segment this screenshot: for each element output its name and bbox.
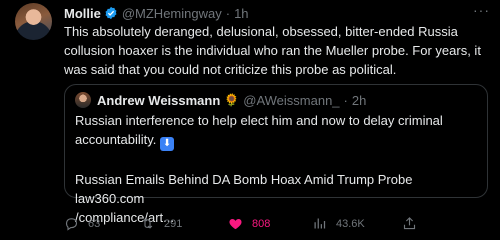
retweet-button[interactable]: 291: [140, 216, 182, 231]
quoted-tweet-time: 2h: [351, 92, 367, 108]
heart-icon: [229, 219, 242, 230]
quoted-tweet[interactable]: Andrew Weissmann 🌻 @AWeissmann_ · 2h Rus…: [64, 84, 488, 225]
tweet[interactable]: Mollie @MZHemingway · 1h ··· This absolu…: [0, 0, 500, 240]
tweet-text: This absolutely deranged, delusional, ob…: [64, 24, 481, 77]
tweet-header: Mollie @MZHemingway · 1h: [64, 4, 249, 22]
tweet-time[interactable]: 1h: [234, 6, 248, 21]
sunflower-emoji: 🌻: [224, 93, 240, 107]
author-name[interactable]: Mollie: [64, 6, 101, 21]
retweet-count: 291: [164, 217, 183, 230]
author-handle[interactable]: @MZHemingway: [122, 6, 222, 21]
separator-dot: ·: [225, 5, 231, 21]
reply-button[interactable]: 63: [64, 216, 100, 231]
like-button[interactable]: 808: [228, 216, 270, 231]
more-icon[interactable]: ···: [473, 2, 490, 18]
verified-badge-icon: [105, 6, 117, 20]
views-button[interactable]: 43.6K: [312, 216, 365, 231]
down-arrow-emoji: ⬇: [160, 137, 175, 151]
retweet-icon: [142, 218, 153, 229]
separator-dot: ·: [343, 92, 348, 108]
quoted-headline-line1: Russian Emails Behind DA Bomb Hoax Amid …: [75, 172, 413, 206]
share-button[interactable]: [402, 216, 426, 231]
quoted-tweet-body: Russian interference to help elect him a…: [75, 111, 475, 227]
views-icon: [314, 218, 326, 229]
quoted-avatar: [75, 92, 91, 108]
quoted-tweet-text: Russian interference to help elect him a…: [75, 113, 443, 147]
reply-count: 63: [88, 217, 101, 230]
quoted-author-name: Andrew Weissmann: [97, 92, 221, 108]
like-count: 808: [252, 217, 271, 230]
share-icon: [403, 217, 416, 230]
quoted-author-handle: @AWeissmann_: [243, 92, 340, 108]
tweet-actions: 63 291 808 43.6K: [64, 216, 494, 234]
avatar[interactable]: [15, 3, 52, 40]
quoted-tweet-header: Andrew Weissmann 🌻 @AWeissmann_ · 2h: [75, 92, 366, 108]
reply-icon: [65, 218, 78, 231]
views-count: 43.6K: [336, 217, 365, 230]
